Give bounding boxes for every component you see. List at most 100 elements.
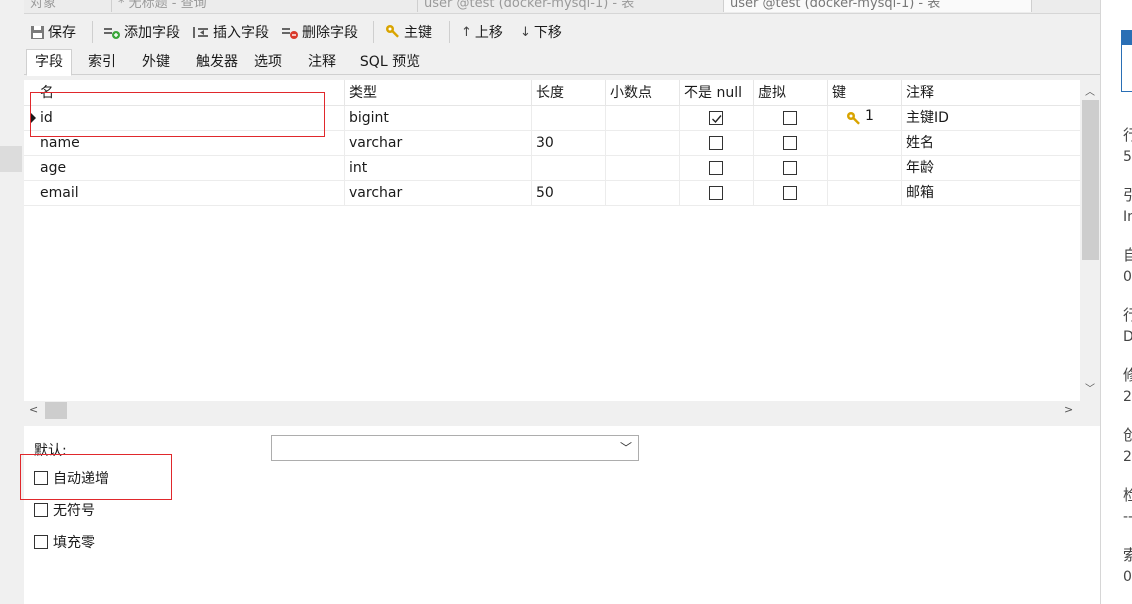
- panel-toggle[interactable]: [1121, 30, 1132, 92]
- field-comment-cell[interactable]: 邮箱: [901, 181, 1080, 206]
- vertical-scroll-thumb[interactable]: [1082, 100, 1099, 260]
- save-button[interactable]: 保存: [30, 20, 76, 44]
- zerofill-label: 填充零: [53, 535, 95, 551]
- not-null-checkbox[interactable]: [709, 136, 723, 150]
- col-header-comment[interactable]: 注释: [901, 80, 1080, 106]
- unsigned-checkbox[interactable]: [34, 503, 48, 517]
- not-null-checkbox[interactable]: [709, 161, 723, 175]
- field-key-cell[interactable]: 1: [827, 106, 901, 131]
- tab-options[interactable]: 选项: [246, 49, 290, 75]
- field-type-cell[interactable]: varchar: [344, 181, 531, 206]
- grid-header: 名 类型 长度 小数点 不是 null 虚拟 键 注释: [24, 80, 1080, 106]
- panel-toggle-bar: [1122, 31, 1132, 45]
- col-header-key[interactable]: 键: [827, 80, 901, 106]
- field-properties-panel: 默认: ﹀ 自动递增 无符号 填充零: [24, 426, 1100, 604]
- add-field-button[interactable]: 添加字段: [103, 20, 180, 44]
- move-down-button[interactable]: ↓ 下移: [520, 20, 562, 44]
- window-tab-label: * 无标题 - 查询: [118, 0, 207, 11]
- info-value: 0: [1123, 569, 1132, 585]
- scroll-down-icon[interactable]: ﹀: [1085, 380, 1095, 395]
- table-row[interactable]: email varchar 50 邮箱: [24, 181, 1080, 206]
- field-comment-cell[interactable]: 主键ID: [901, 106, 1080, 131]
- designer-tabs: 字段 索引 外键 触发器 选项 注释 SQL 预览: [24, 48, 1100, 76]
- virtual-checkbox[interactable]: [783, 161, 797, 175]
- col-header-decimals[interactable]: 小数点: [605, 80, 679, 106]
- virtual-checkbox[interactable]: [783, 186, 797, 200]
- scroll-right-icon[interactable]: >: [1064, 403, 1073, 416]
- default-value-select[interactable]: ﹀: [271, 435, 639, 461]
- window-tab-label: user @test (docker-mysql-1) - 表: [424, 0, 635, 11]
- col-header-type[interactable]: 类型: [344, 80, 531, 106]
- field-name-cell[interactable]: id: [36, 106, 344, 131]
- scroll-up-icon[interactable]: ︿: [1085, 83, 1095, 98]
- zerofill-option[interactable]: 填充零: [34, 532, 95, 552]
- field-comment-cell[interactable]: 姓名: [901, 131, 1080, 156]
- insert-field-button[interactable]: 插入字段: [192, 20, 269, 44]
- window-tab-objects[interactable]: 对象: [24, 0, 112, 12]
- col-header-name[interactable]: 名: [36, 80, 344, 106]
- field-type-cell[interactable]: varchar: [344, 131, 531, 156]
- window-tab-table-1[interactable]: user @test (docker-mysql-1) - 表: [418, 0, 724, 12]
- table-row[interactable]: id bigint 1 主键ID: [24, 106, 1080, 131]
- field-name-cell[interactable]: age: [36, 156, 344, 181]
- object-info-panel: 行 5 引 In 自 0 行 D 修 2 创 2 检 -- 索 0: [1100, 0, 1132, 604]
- field-type-cell[interactable]: int: [344, 156, 531, 181]
- tab-indexes[interactable]: 索引: [80, 49, 124, 75]
- col-header-not-null[interactable]: 不是 null: [679, 80, 753, 106]
- field-length-cell[interactable]: [531, 156, 605, 181]
- field-decimals-cell[interactable]: [605, 181, 679, 206]
- virtual-checkbox[interactable]: [783, 136, 797, 150]
- col-header-virtual[interactable]: 虚拟: [753, 80, 827, 106]
- field-not-null-cell: [679, 181, 753, 206]
- field-name-cell[interactable]: name: [36, 131, 344, 156]
- not-null-checkbox[interactable]: [709, 111, 723, 125]
- field-name-cell[interactable]: email: [36, 181, 344, 206]
- not-null-checkbox[interactable]: [709, 186, 723, 200]
- info-label: 自: [1123, 246, 1132, 264]
- table-row[interactable]: age int 年龄: [24, 156, 1080, 181]
- field-key-cell[interactable]: [827, 131, 901, 156]
- virtual-checkbox[interactable]: [783, 111, 797, 125]
- horizontal-scroll-thumb[interactable]: [45, 402, 67, 419]
- key-icon: [847, 112, 860, 125]
- tab-comment[interactable]: 注释: [300, 49, 344, 75]
- field-comment-cell[interactable]: 年龄: [901, 156, 1080, 181]
- field-virtual-cell: [753, 106, 827, 131]
- tab-triggers[interactable]: 触发器: [190, 49, 244, 75]
- add-field-label: 添加字段: [124, 25, 180, 41]
- col-header-length[interactable]: 长度: [531, 80, 605, 106]
- field-length-cell[interactable]: 30: [531, 131, 605, 156]
- grid-vertical-scrollbar[interactable]: ︿ ﹀: [1080, 80, 1100, 401]
- tab-foreign-keys[interactable]: 外键: [134, 49, 178, 75]
- field-length-cell[interactable]: [531, 106, 605, 131]
- field-decimals-cell[interactable]: [605, 106, 679, 131]
- field-key-cell[interactable]: [827, 181, 901, 206]
- info-value: 5: [1123, 149, 1132, 165]
- scroll-left-icon[interactable]: <: [29, 403, 38, 416]
- delete-field-button[interactable]: 删除字段: [281, 20, 358, 44]
- save-label: 保存: [48, 25, 76, 41]
- auto-increment-option[interactable]: 自动递增: [34, 468, 109, 488]
- tab-fields[interactable]: 字段: [26, 49, 72, 76]
- field-decimals-cell[interactable]: [605, 131, 679, 156]
- field-type-cell[interactable]: bigint: [344, 106, 531, 131]
- zerofill-checkbox[interactable]: [34, 535, 48, 549]
- auto-increment-checkbox[interactable]: [34, 471, 48, 485]
- tab-sql-preview[interactable]: SQL 预览: [352, 49, 428, 75]
- window-tab-table-2[interactable]: user @test (docker-mysql-1) - 表: [724, 0, 1032, 12]
- arrow-down-icon: ↓: [520, 24, 531, 40]
- field-length-cell[interactable]: 50: [531, 181, 605, 206]
- window-tab-label: user @test (docker-mysql-1) - 表: [730, 0, 941, 11]
- field-key-cell[interactable]: [827, 156, 901, 181]
- unsigned-option[interactable]: 无符号: [34, 500, 95, 520]
- primary-key-button[interactable]: 主键: [385, 20, 432, 44]
- add-field-icon: [104, 27, 120, 39]
- table-row[interactable]: name varchar 30 姓名: [24, 131, 1080, 156]
- toolbar-divider: [373, 21, 374, 43]
- move-up-button[interactable]: ↑ 上移: [461, 20, 503, 44]
- fields-grid: 名 类型 长度 小数点 不是 null 虚拟 键 注释 id bigint 1 …: [24, 80, 1100, 401]
- window-tab-query[interactable]: * 无标题 - 查询: [112, 0, 418, 12]
- field-decimals-cell[interactable]: [605, 156, 679, 181]
- grid-horizontal-scrollbar[interactable]: < >: [24, 401, 1080, 420]
- window-tab-bar: 对象 * 无标题 - 查询 user @test (docker-mysql-1…: [24, 0, 1100, 14]
